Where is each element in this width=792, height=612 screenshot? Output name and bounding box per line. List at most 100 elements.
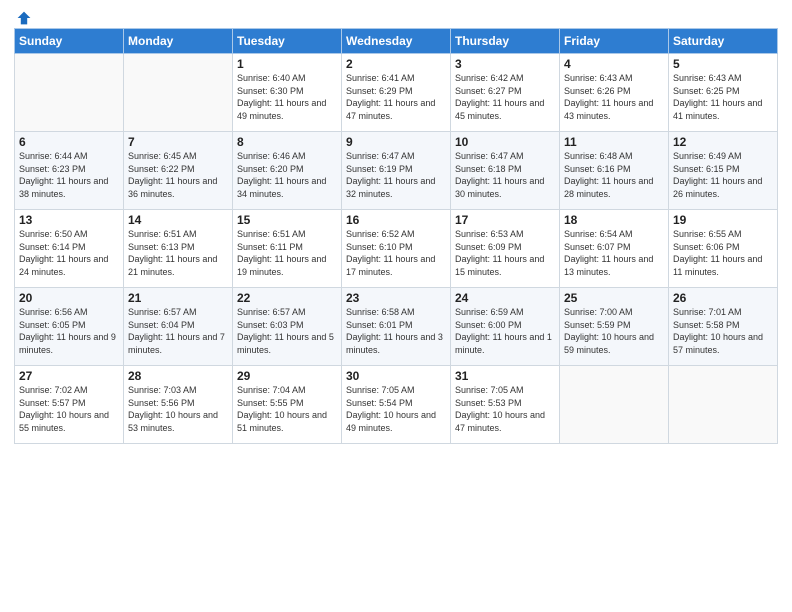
calendar-cell: 3Sunrise: 6:42 AM Sunset: 6:27 PM Daylig…	[451, 54, 560, 132]
day-number: 13	[19, 213, 119, 227]
calendar-header-row: SundayMondayTuesdayWednesdayThursdayFrid…	[15, 29, 778, 54]
day-number: 14	[128, 213, 228, 227]
day-info: Sunrise: 6:54 AM Sunset: 6:07 PM Dayligh…	[564, 228, 664, 278]
calendar-cell: 27Sunrise: 7:02 AM Sunset: 5:57 PM Dayli…	[15, 366, 124, 444]
logo-icon	[16, 10, 32, 26]
day-number: 26	[673, 291, 773, 305]
calendar-header-sunday: Sunday	[15, 29, 124, 54]
calendar-week-2: 13Sunrise: 6:50 AM Sunset: 6:14 PM Dayli…	[15, 210, 778, 288]
day-number: 25	[564, 291, 664, 305]
calendar-cell: 4Sunrise: 6:43 AM Sunset: 6:26 PM Daylig…	[560, 54, 669, 132]
day-info: Sunrise: 6:47 AM Sunset: 6:18 PM Dayligh…	[455, 150, 555, 200]
day-info: Sunrise: 6:53 AM Sunset: 6:09 PM Dayligh…	[455, 228, 555, 278]
day-number: 7	[128, 135, 228, 149]
day-number: 29	[237, 369, 337, 383]
day-number: 22	[237, 291, 337, 305]
day-info: Sunrise: 6:59 AM Sunset: 6:00 PM Dayligh…	[455, 306, 555, 356]
day-info: Sunrise: 6:51 AM Sunset: 6:13 PM Dayligh…	[128, 228, 228, 278]
day-info: Sunrise: 7:04 AM Sunset: 5:55 PM Dayligh…	[237, 384, 337, 434]
calendar-header-thursday: Thursday	[451, 29, 560, 54]
day-number: 20	[19, 291, 119, 305]
day-number: 16	[346, 213, 446, 227]
day-number: 3	[455, 57, 555, 71]
day-number: 2	[346, 57, 446, 71]
day-number: 27	[19, 369, 119, 383]
calendar-cell: 24Sunrise: 6:59 AM Sunset: 6:00 PM Dayli…	[451, 288, 560, 366]
header	[14, 10, 778, 22]
calendar-cell: 15Sunrise: 6:51 AM Sunset: 6:11 PM Dayli…	[233, 210, 342, 288]
calendar-cell: 8Sunrise: 6:46 AM Sunset: 6:20 PM Daylig…	[233, 132, 342, 210]
calendar-cell: 26Sunrise: 7:01 AM Sunset: 5:58 PM Dayli…	[669, 288, 778, 366]
day-info: Sunrise: 6:56 AM Sunset: 6:05 PM Dayligh…	[19, 306, 119, 356]
day-number: 31	[455, 369, 555, 383]
calendar-cell: 31Sunrise: 7:05 AM Sunset: 5:53 PM Dayli…	[451, 366, 560, 444]
calendar-cell: 7Sunrise: 6:45 AM Sunset: 6:22 PM Daylig…	[124, 132, 233, 210]
day-info: Sunrise: 6:43 AM Sunset: 6:25 PM Dayligh…	[673, 72, 773, 122]
calendar-week-0: 1Sunrise: 6:40 AM Sunset: 6:30 PM Daylig…	[15, 54, 778, 132]
calendar-header-wednesday: Wednesday	[342, 29, 451, 54]
day-info: Sunrise: 6:46 AM Sunset: 6:20 PM Dayligh…	[237, 150, 337, 200]
calendar-cell: 11Sunrise: 6:48 AM Sunset: 6:16 PM Dayli…	[560, 132, 669, 210]
day-number: 9	[346, 135, 446, 149]
day-info: Sunrise: 6:49 AM Sunset: 6:15 PM Dayligh…	[673, 150, 773, 200]
day-info: Sunrise: 7:01 AM Sunset: 5:58 PM Dayligh…	[673, 306, 773, 356]
day-info: Sunrise: 7:02 AM Sunset: 5:57 PM Dayligh…	[19, 384, 119, 434]
calendar-cell: 30Sunrise: 7:05 AM Sunset: 5:54 PM Dayli…	[342, 366, 451, 444]
calendar-cell	[124, 54, 233, 132]
day-info: Sunrise: 6:44 AM Sunset: 6:23 PM Dayligh…	[19, 150, 119, 200]
day-info: Sunrise: 7:05 AM Sunset: 5:53 PM Dayligh…	[455, 384, 555, 434]
calendar-cell: 10Sunrise: 6:47 AM Sunset: 6:18 PM Dayli…	[451, 132, 560, 210]
day-info: Sunrise: 6:50 AM Sunset: 6:14 PM Dayligh…	[19, 228, 119, 278]
calendar-week-1: 6Sunrise: 6:44 AM Sunset: 6:23 PM Daylig…	[15, 132, 778, 210]
calendar-cell: 23Sunrise: 6:58 AM Sunset: 6:01 PM Dayli…	[342, 288, 451, 366]
calendar-header-friday: Friday	[560, 29, 669, 54]
calendar-cell: 1Sunrise: 6:40 AM Sunset: 6:30 PM Daylig…	[233, 54, 342, 132]
day-number: 19	[673, 213, 773, 227]
day-number: 10	[455, 135, 555, 149]
day-number: 24	[455, 291, 555, 305]
day-number: 11	[564, 135, 664, 149]
day-number: 12	[673, 135, 773, 149]
day-info: Sunrise: 6:41 AM Sunset: 6:29 PM Dayligh…	[346, 72, 446, 122]
calendar-cell: 22Sunrise: 6:57 AM Sunset: 6:03 PM Dayli…	[233, 288, 342, 366]
calendar-cell	[669, 366, 778, 444]
calendar-cell: 9Sunrise: 6:47 AM Sunset: 6:19 PM Daylig…	[342, 132, 451, 210]
day-number: 18	[564, 213, 664, 227]
day-number: 30	[346, 369, 446, 383]
day-info: Sunrise: 7:00 AM Sunset: 5:59 PM Dayligh…	[564, 306, 664, 356]
calendar-cell: 28Sunrise: 7:03 AM Sunset: 5:56 PM Dayli…	[124, 366, 233, 444]
calendar-cell: 25Sunrise: 7:00 AM Sunset: 5:59 PM Dayli…	[560, 288, 669, 366]
day-info: Sunrise: 6:40 AM Sunset: 6:30 PM Dayligh…	[237, 72, 337, 122]
logo	[14, 10, 32, 22]
day-number: 17	[455, 213, 555, 227]
day-number: 15	[237, 213, 337, 227]
calendar-table: SundayMondayTuesdayWednesdayThursdayFrid…	[14, 28, 778, 444]
calendar-cell: 19Sunrise: 6:55 AM Sunset: 6:06 PM Dayli…	[669, 210, 778, 288]
calendar-cell	[560, 366, 669, 444]
calendar-cell: 12Sunrise: 6:49 AM Sunset: 6:15 PM Dayli…	[669, 132, 778, 210]
day-info: Sunrise: 7:05 AM Sunset: 5:54 PM Dayligh…	[346, 384, 446, 434]
calendar-cell: 20Sunrise: 6:56 AM Sunset: 6:05 PM Dayli…	[15, 288, 124, 366]
day-info: Sunrise: 6:55 AM Sunset: 6:06 PM Dayligh…	[673, 228, 773, 278]
calendar-header-tuesday: Tuesday	[233, 29, 342, 54]
calendar-cell: 13Sunrise: 6:50 AM Sunset: 6:14 PM Dayli…	[15, 210, 124, 288]
calendar-cell: 21Sunrise: 6:57 AM Sunset: 6:04 PM Dayli…	[124, 288, 233, 366]
calendar-cell: 5Sunrise: 6:43 AM Sunset: 6:25 PM Daylig…	[669, 54, 778, 132]
calendar-cell: 6Sunrise: 6:44 AM Sunset: 6:23 PM Daylig…	[15, 132, 124, 210]
day-number: 8	[237, 135, 337, 149]
day-info: Sunrise: 6:48 AM Sunset: 6:16 PM Dayligh…	[564, 150, 664, 200]
calendar-header-saturday: Saturday	[669, 29, 778, 54]
page: SundayMondayTuesdayWednesdayThursdayFrid…	[0, 0, 792, 612]
day-number: 28	[128, 369, 228, 383]
day-info: Sunrise: 6:57 AM Sunset: 6:04 PM Dayligh…	[128, 306, 228, 356]
day-info: Sunrise: 6:57 AM Sunset: 6:03 PM Dayligh…	[237, 306, 337, 356]
calendar-cell: 29Sunrise: 7:04 AM Sunset: 5:55 PM Dayli…	[233, 366, 342, 444]
calendar-cell: 16Sunrise: 6:52 AM Sunset: 6:10 PM Dayli…	[342, 210, 451, 288]
day-number: 5	[673, 57, 773, 71]
day-number: 23	[346, 291, 446, 305]
day-info: Sunrise: 6:45 AM Sunset: 6:22 PM Dayligh…	[128, 150, 228, 200]
day-number: 21	[128, 291, 228, 305]
day-info: Sunrise: 6:43 AM Sunset: 6:26 PM Dayligh…	[564, 72, 664, 122]
day-info: Sunrise: 6:58 AM Sunset: 6:01 PM Dayligh…	[346, 306, 446, 356]
day-info: Sunrise: 7:03 AM Sunset: 5:56 PM Dayligh…	[128, 384, 228, 434]
